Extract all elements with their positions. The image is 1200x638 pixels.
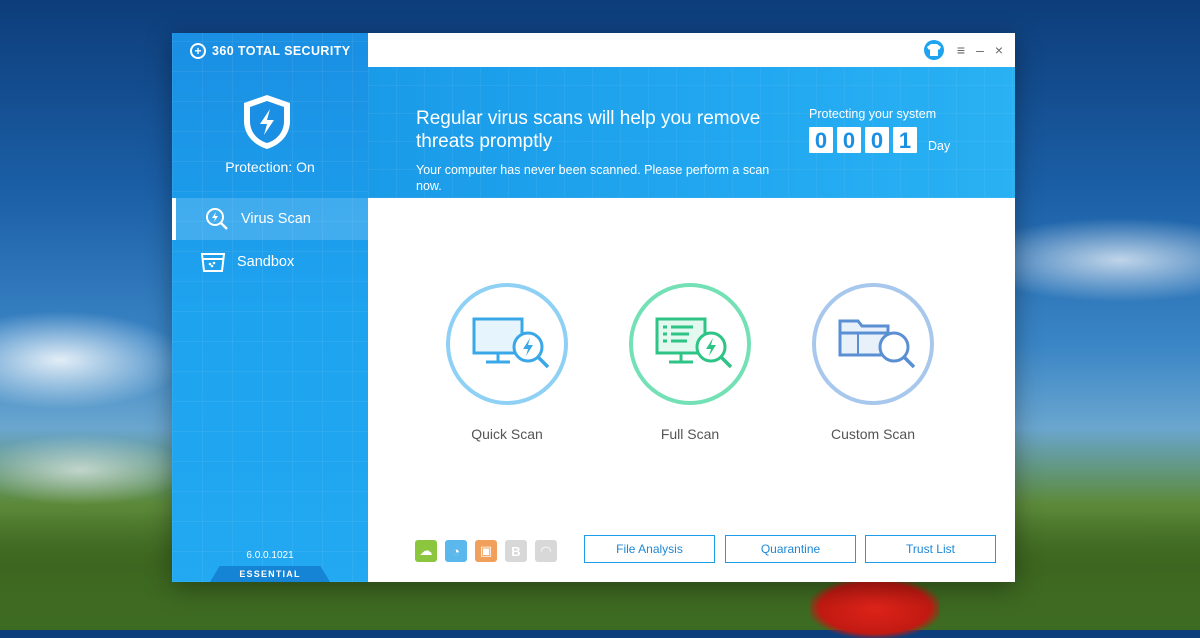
sidebar-item-sandbox[interactable]: Sandbox [172,241,368,283]
banner-subtitle: Your computer has never been scanned. Pl… [416,163,770,193]
version-text: 6.0.0.1021 [246,550,294,561]
status-banner: Regular virus scans will help you remove… [368,67,1015,198]
minimize-button[interactable]: – [973,41,987,59]
sidebar-item-label: Sandbox [237,254,295,270]
quarantine-button[interactable]: Quarantine [725,535,856,563]
full-scan-circle [629,283,751,405]
app-logo: + 360 TOTAL SECURITY [190,41,350,61]
days-counter: 0 0 0 1 [809,127,917,153]
quick-scan-icon [472,317,550,369]
banner-title: Regular virus scans will help you remove… [416,108,761,152]
custom-scan-label: Custom Scan [830,426,916,442]
quick-scan-label: Quick Scan [471,426,543,442]
skin-button[interactable] [924,40,944,60]
tool-icons: ☁ ◔ ▣ B ◠ [415,540,557,562]
edition-badge[interactable]: ESSENTIAL [210,566,330,582]
close-button[interactable]: × [992,41,1006,59]
image-icon[interactable]: ▣ [475,540,497,562]
cloud-icon[interactable]: ☁ [415,540,437,562]
sidebar-item-label: Virus Scan [241,211,311,227]
days-unit: Day [928,139,951,153]
custom-scan-button[interactable]: Custom Scan [808,283,938,442]
title-bar: ≡ – × [368,33,1015,67]
custom-scan-icon [838,319,916,369]
speed-icon[interactable]: ◔ [445,540,467,562]
app-window: + 360 TOTAL SECURITY Protection: On Viru… [172,33,1015,582]
full-scan-icon [655,317,733,369]
bold-b-icon[interactable]: B [505,540,527,562]
virus-scan-icon [206,208,228,230]
logo-plus-icon: + [190,43,206,59]
custom-scan-circle [812,283,934,405]
full-scan-label: Full Scan [660,426,720,442]
gauge-icon[interactable]: ◠ [535,540,557,562]
quick-scan-circle [446,283,568,405]
menu-button[interactable]: ≡ [954,41,968,59]
sidebar-item-virus-scan[interactable]: Virus Scan [172,198,368,240]
protection-status: Protection: On [225,159,315,175]
counter-digit: 0 [837,127,861,153]
close-icon: × [994,42,1004,58]
skin-icon [927,44,941,56]
sidebar: + 360 TOTAL SECURITY Protection: On Viru… [172,33,368,582]
counter-digit: 0 [809,127,833,153]
minimize-icon: – [976,42,984,58]
full-scan-button[interactable]: Full Scan [625,283,755,442]
shield-icon [244,95,290,149]
logo-text: 360 TOTAL SECURITY [212,44,351,58]
menu-icon: ≡ [956,42,966,58]
background-flower [810,578,940,638]
quick-scan-button[interactable]: Quick Scan [442,283,572,442]
trust-list-button[interactable]: Trust List [865,535,996,563]
days-label: Protecting your system [809,107,937,121]
file-analysis-button[interactable]: File Analysis [584,535,715,563]
counter-digit: 0 [865,127,889,153]
counter-digit: 1 [893,127,917,153]
sandbox-icon [200,253,226,272]
